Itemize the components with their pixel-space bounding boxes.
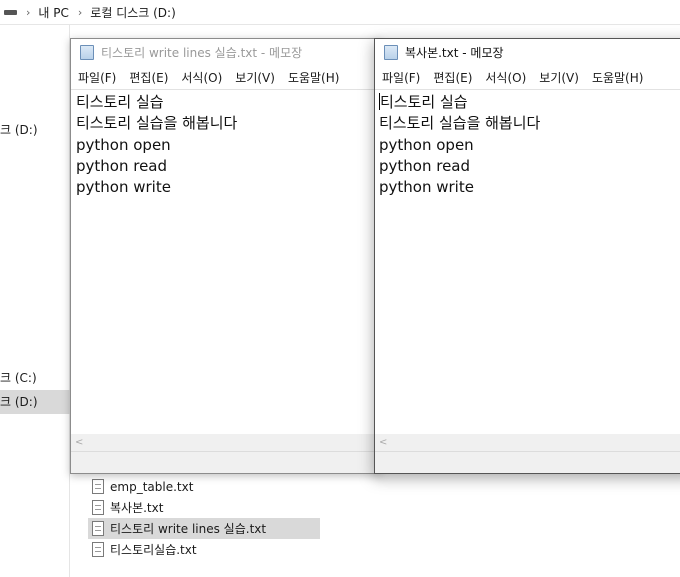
status-bar [71,451,381,473]
window-title: 복사본.txt - 메모장 [405,45,504,60]
file-name: emp_table.txt [110,479,194,494]
menu-bar: 파일(F) 편집(E) 서식(O) 보기(V) 도움말(H) [375,68,649,88]
chevron-right-icon: › [26,5,31,19]
scroll-left-icon[interactable]: < [379,437,387,448]
menu-edit[interactable]: 편집(E) [426,68,478,88]
nav-item-local-disk-c[interactable]: 크 (C:) [0,366,70,390]
file-name: 티스토리 write lines 실습.txt [110,522,267,536]
file-row-copy[interactable]: 복사본.txt [88,497,320,518]
file-name: 티스토리실습.txt [110,543,197,557]
menu-file[interactable]: 파일(F) [71,68,122,88]
menu-view[interactable]: 보기(V) [532,68,585,88]
text-line: python write [76,178,171,197]
menu-view[interactable]: 보기(V) [228,68,281,88]
text-file-icon [92,542,104,557]
menu-edit[interactable]: 편집(E) [122,68,174,88]
scroll-left-icon[interactable]: < [75,437,83,448]
status-bar [375,451,680,473]
navigation-pane: 크 (D:) 크 (C:) 크 (D:) [0,25,70,577]
nav-item-local-disk-d[interactable]: 크 (D:) [0,118,70,142]
notepad-window-copy[interactable]: 복사본.txt - 메모장 파일(F) 편집(E) 서식(O) 보기(V) 도움… [374,38,680,474]
text-line: 티스토리 실습을 해봅니다 [76,114,238,133]
notepad-icon [80,44,94,60]
text-line: 티스토리 실습 [380,93,468,111]
menu-file[interactable]: 파일(F) [375,68,426,88]
address-bar[interactable]: › 내 PC › 로컬 디스크 (D:) [0,0,680,24]
chevron-right-icon: › [77,5,83,19]
breadcrumb-local-disk-d[interactable]: 로컬 디스크 (D:) [90,4,175,21]
notepad-icon [384,44,398,60]
divider [0,24,680,25]
text-file-icon [92,479,104,494]
menu-bar: 파일(F) 편집(E) 서식(O) 보기(V) 도움말(H) [71,68,345,88]
text-editor[interactable]: 티스토리 실습티스토리 실습을 해봅니다 python open python re… [71,89,381,433]
menu-format[interactable]: 서식(O) [478,68,532,88]
menu-help[interactable]: 도움말(H) [585,68,650,88]
menu-format[interactable]: 서식(O) [174,68,228,88]
text-line: python read [379,156,471,175]
text-line: 티스토리 실습 [76,93,164,111]
text-file-icon [92,500,104,515]
file-name: 복사본.txt [110,501,164,515]
text-line: python write [379,178,474,197]
menu-help[interactable]: 도움말(H) [281,68,346,88]
title-bar[interactable]: 티스토리 write lines 실습.txt - 메모장 [71,39,381,65]
text-line: python read [76,156,168,175]
horizontal-scrollbar[interactable]: < [71,434,381,451]
title-bar[interactable]: 복사본.txt - 메모장 [375,39,680,65]
nav-item-local-disk-d-selected[interactable]: 크 (D:) [0,390,70,414]
horizontal-scrollbar[interactable]: < [375,434,680,451]
window-title: 티스토리 write lines 실습.txt - 메모장 [101,45,303,60]
drive-icon [4,9,17,15]
text-line: 티스토리 실습을 해봅니다 [379,114,541,133]
breadcrumb-my-pc[interactable]: 내 PC [38,4,68,21]
notepad-window-write-lines[interactable]: 티스토리 write lines 실습.txt - 메모장 파일(F) 편집(E… [70,38,382,474]
text-editor[interactable]: 티스토리 실습티스토리 실습을 해봅니다 python open python re… [375,89,680,433]
file-row-emp-table[interactable]: emp_table.txt [88,476,320,497]
text-file-icon [92,521,104,536]
file-row-write-lines[interactable]: 티스토리 write lines 실습.txt [88,518,320,539]
text-line: python open [379,135,474,154]
text-line: python open [76,135,171,154]
file-row-tistory[interactable]: 티스토리실습.txt [88,539,320,560]
